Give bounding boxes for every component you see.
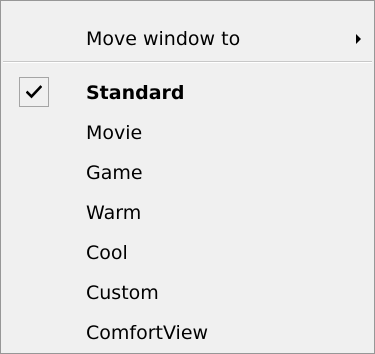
menu-item-warm[interactable]: Warm — [3, 193, 372, 233]
menu-item-move-window-to[interactable]: Move window to — [3, 19, 372, 59]
menu-item-label: Custom — [86, 282, 159, 304]
menu-item-label: Warm — [86, 202, 142, 224]
submenu-arrow-icon — [356, 34, 361, 44]
context-menu: Move window to Standard Movie Game Warm … — [0, 0, 375, 354]
menu-item-label: ComfortView — [86, 322, 209, 344]
menu-item-label: Cool — [86, 242, 128, 264]
menu-item-cool[interactable]: Cool — [3, 233, 372, 273]
menu-item-standard[interactable]: Standard — [3, 73, 372, 113]
menu-item-game[interactable]: Game — [3, 153, 372, 193]
menu-item-label: Standard — [86, 82, 185, 104]
menu-item-label: Move window to — [86, 28, 241, 50]
menu-item-label: Game — [86, 162, 143, 184]
menu-separator — [3, 61, 372, 63]
menu-item-comfortview[interactable]: ComfortView — [3, 313, 372, 353]
menu-item-custom[interactable]: Custom — [3, 273, 372, 313]
menu-item-movie[interactable]: Movie — [3, 113, 372, 153]
menu-item-label: Movie — [86, 122, 143, 144]
